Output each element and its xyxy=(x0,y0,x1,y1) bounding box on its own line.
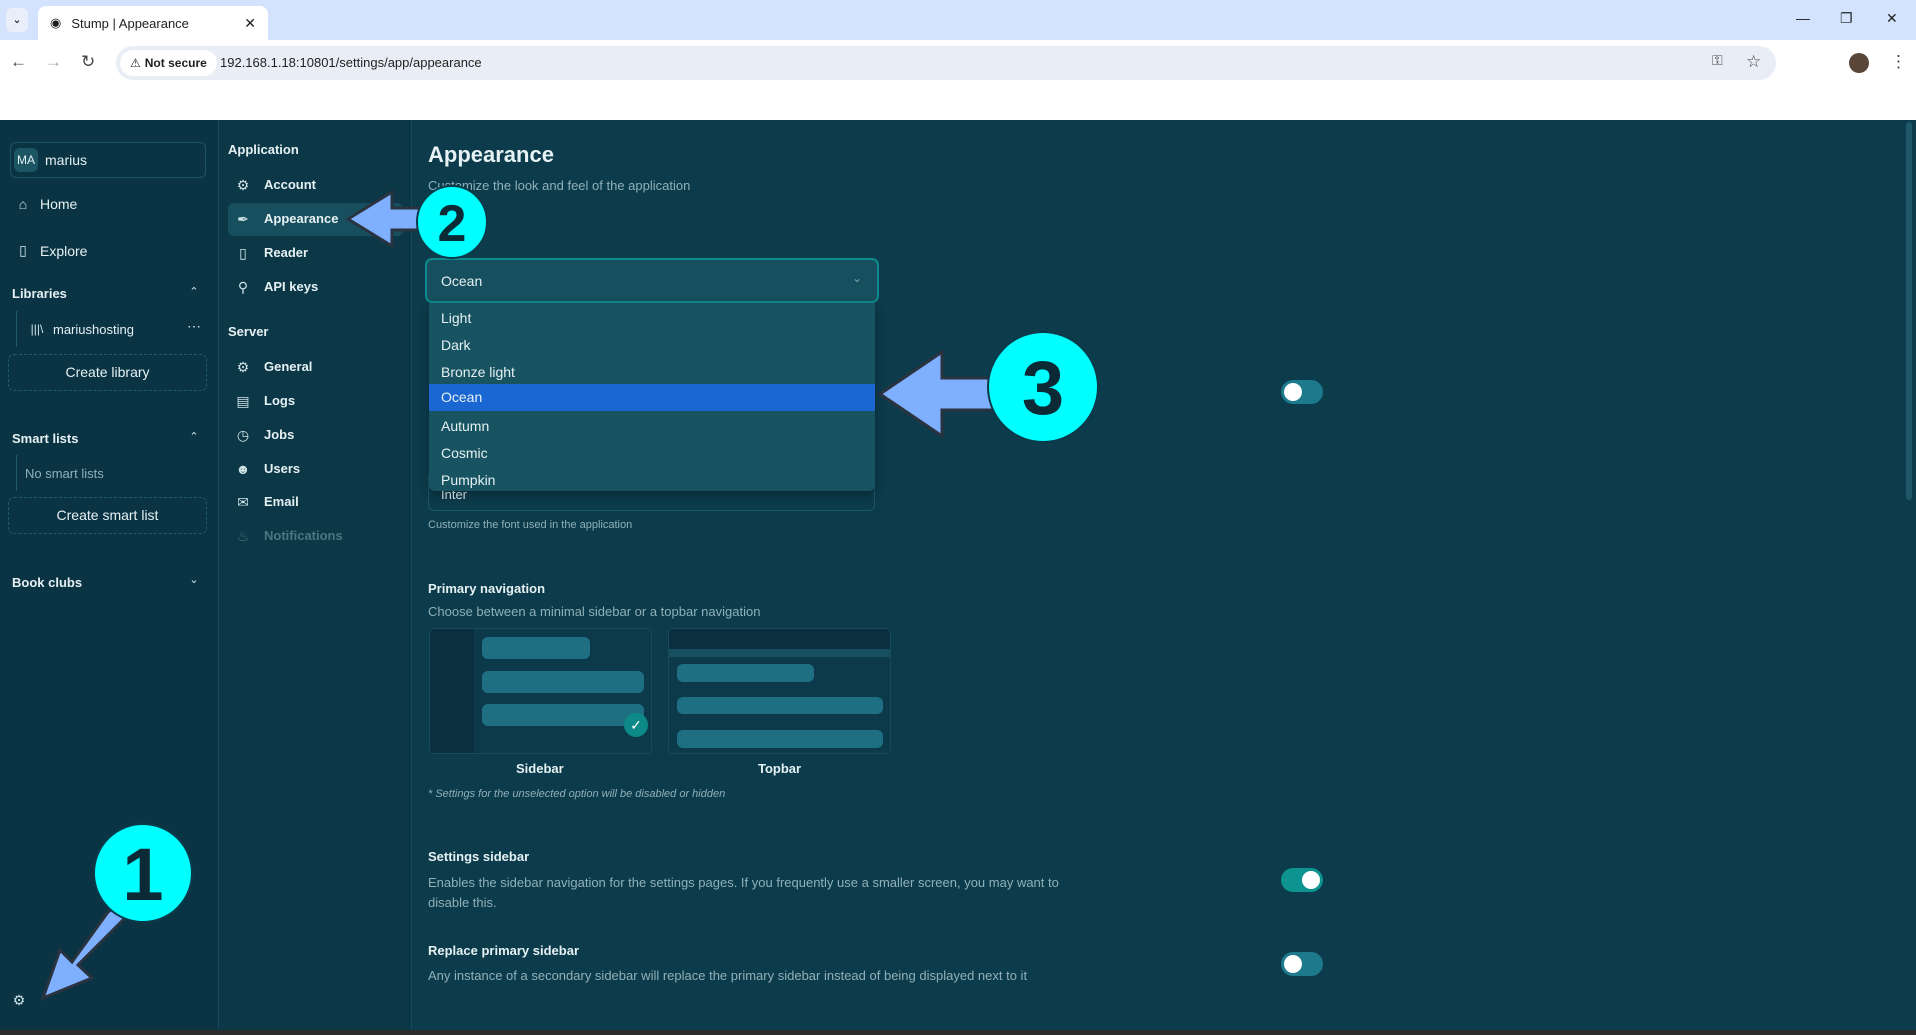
step-3-label: 3 xyxy=(1022,346,1064,431)
annotation-overlay: 1 2 3 xyxy=(40,185,1099,1001)
arrow-step-3 xyxy=(877,349,997,439)
step-1-label: 1 xyxy=(122,833,163,916)
arrow-step-2 xyxy=(345,189,422,249)
arrow-step-1 xyxy=(40,903,131,1001)
step-2-label: 2 xyxy=(438,195,467,253)
